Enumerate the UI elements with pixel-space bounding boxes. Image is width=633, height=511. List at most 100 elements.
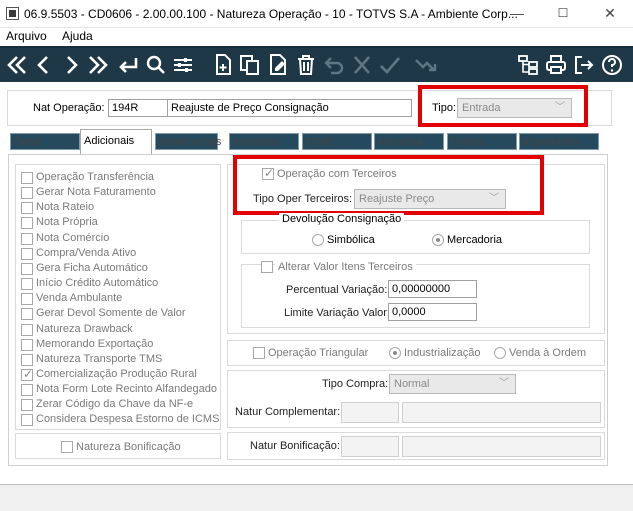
tipo-compra-value: Normal: [394, 378, 430, 390]
flag-checkbox[interactable]: [21, 233, 33, 245]
tab-geral[interactable]: Geral: [10, 133, 80, 150]
tab-icms[interactable]: ICMS: [302, 133, 372, 150]
menu-bar: Arquivo Ajuda: [0, 28, 633, 46]
tab-impostos[interactable]: Impostos: [229, 133, 299, 150]
chevron-down-icon: ﹀: [499, 378, 509, 389]
first-record-icon[interactable]: [5, 52, 29, 78]
zoom-trend-icon[interactable]: [414, 52, 438, 78]
radio-industrializacao-label: Industrialização: [404, 347, 481, 359]
radio-industrializacao[interactable]: [389, 347, 401, 359]
help-icon[interactable]: [600, 52, 624, 78]
undo-icon[interactable]: [322, 52, 346, 78]
natureza-bonificacao-label: Natureza Bonificação: [76, 441, 181, 453]
flag-label: Gerar Nota Faturamento: [36, 186, 156, 198]
menu-ajuda[interactable]: Ajuda: [62, 29, 93, 43]
flag-label: Gerar Devol Somente de Valor: [36, 307, 186, 319]
app-icon: [6, 7, 19, 20]
flag-checkbox[interactable]: [21, 308, 33, 320]
status-bar: [0, 484, 633, 511]
alterar-valor-checkbox[interactable]: [261, 261, 273, 273]
flag-label: Nota Form Lote Recinto Alfandegado: [36, 383, 218, 395]
filter-icon[interactable]: [171, 52, 195, 78]
radio-mercadoria-label: Mercadoria: [447, 234, 503, 246]
flag-checkbox[interactable]: [21, 399, 33, 411]
flag-checkbox[interactable]: [21, 278, 33, 290]
flag-checkbox[interactable]: [21, 367, 33, 381]
radio-mercadoria[interactable]: [432, 234, 444, 246]
search-icon[interactable]: [144, 52, 168, 78]
maximize-button[interactable]: ☐: [540, 0, 586, 28]
goto-icon[interactable]: [116, 52, 140, 78]
confirm-icon[interactable]: [378, 52, 402, 78]
radio-simbolica-label: Simbólica: [327, 234, 375, 246]
flag-label: Memorando Exportação: [36, 338, 154, 350]
tab-adicionais[interactable]: Adicionais: [80, 129, 152, 154]
natur-bonificacao-code[interactable]: [341, 436, 399, 457]
tab-atualizacoes[interactable]: Atualizações: [155, 133, 221, 150]
previous-record-icon[interactable]: [32, 52, 56, 78]
devolucao-group: [241, 220, 590, 254]
natur-bonificacao-label: Natur Bonificação:: [250, 440, 340, 452]
natureza-bonificacao-checkbox[interactable]: [61, 441, 73, 453]
limite-variacao-label: Limite Variação Valor:: [284, 307, 390, 319]
tipo-compra-select[interactable]: Normal ﹀: [389, 374, 516, 394]
devolucao-title: Devolução Consignação: [279, 213, 405, 225]
flag-checkbox[interactable]: [21, 324, 33, 336]
nat-operacao-label: Nat Operação:: [33, 102, 105, 114]
flag-checkbox[interactable]: [21, 248, 33, 260]
flag-checkbox[interactable]: [21, 187, 33, 199]
print-icon[interactable]: [544, 52, 568, 78]
natur-complementar-label: Natur Complementar:: [235, 406, 341, 418]
operacao-triangular-label: Operação Triangular: [268, 347, 369, 359]
flag-label: Nota Comércio: [36, 232, 110, 244]
alterar-valor-title: Alterar Valor Itens Terceiros: [275, 261, 416, 273]
last-record-icon[interactable]: [86, 52, 110, 78]
exit-icon[interactable]: [572, 52, 596, 78]
title-bar: 06.9.5503 - CD0606 - 2.00.00.100 - Natur…: [0, 0, 633, 28]
nat-operacao-code[interactable]: 194R: [108, 99, 168, 117]
flag-checkbox[interactable]: [21, 384, 33, 396]
flag-checkbox[interactable]: [21, 202, 33, 214]
close-button[interactable]: ✕: [587, 0, 633, 28]
limite-variacao-input[interactable]: 0,0000: [388, 303, 477, 321]
flag-label: Venda Ambulante: [36, 292, 123, 304]
cancel-icon[interactable]: [350, 52, 374, 78]
flag-label: Comercialização Produção Rural: [36, 368, 197, 380]
toolbar: [0, 46, 633, 82]
nat-operacao-description[interactable]: Reajuste de Preço Consignação: [167, 99, 412, 117]
natur-bonificacao-desc[interactable]: [402, 436, 601, 457]
radio-venda-ordem-label: Venda à Ordem: [509, 347, 587, 359]
flag-label: Natureza Transporte TMS: [36, 353, 163, 365]
tab-outros[interactable]: Outros: [447, 133, 517, 150]
flag-checkbox[interactable]: [21, 354, 33, 366]
percentual-variacao-input[interactable]: 0,00000000: [388, 280, 477, 298]
flag-label: Gera Ficha Automático: [36, 262, 148, 274]
highlight-box-terceiros: [233, 155, 544, 215]
radio-simbolica[interactable]: [312, 234, 324, 246]
hierarchy-icon[interactable]: [516, 52, 540, 78]
menu-arquivo[interactable]: Arquivo: [6, 29, 47, 43]
flag-label: Operação Transferência: [36, 171, 155, 183]
flag-checkbox[interactable]: [21, 339, 33, 351]
natur-complementar-code[interactable]: [341, 402, 399, 423]
flag-checkbox[interactable]: [21, 263, 33, 275]
window-title: 06.9.5503 - CD0606 - 2.00.00.100 - Natur…: [24, 7, 518, 21]
highlight-box-tipo: [418, 85, 588, 127]
new-record-icon[interactable]: [211, 52, 235, 78]
copy-record-icon[interactable]: [238, 52, 262, 78]
flag-checkbox[interactable]: [21, 172, 33, 184]
percentual-variacao-label: Percentual Variação:: [286, 284, 388, 296]
tab-importacao[interactable]: Importação: [519, 133, 599, 150]
natur-complementar-desc[interactable]: [402, 402, 601, 423]
edit-record-icon[interactable]: [266, 52, 290, 78]
flag-label: Nota Própria: [36, 216, 98, 228]
flag-checkbox[interactable]: [21, 293, 33, 305]
flag-checkbox[interactable]: [21, 217, 33, 229]
next-record-icon[interactable]: [59, 52, 83, 78]
tab-narrativa[interactable]: Narrativa: [374, 133, 444, 150]
radio-venda-ordem[interactable]: [494, 347, 506, 359]
operacao-triangular-checkbox[interactable]: [253, 347, 265, 359]
delete-icon[interactable]: [294, 52, 318, 78]
flag-checkbox[interactable]: [21, 414, 33, 426]
minimize-button[interactable]: —: [494, 0, 540, 28]
